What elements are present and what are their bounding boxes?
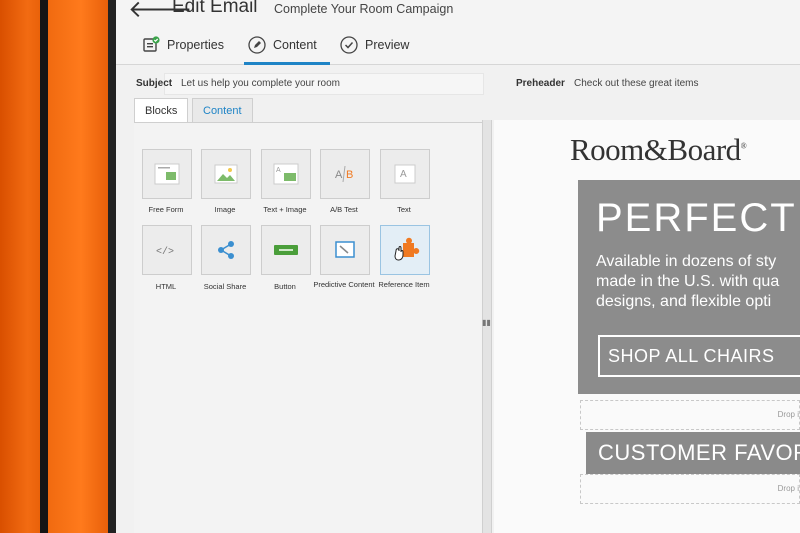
splitter-grip-icon[interactable]: ▮▮ <box>482 318 491 328</box>
tab-preview-label: Preview <box>365 38 410 52</box>
share-icon <box>218 241 234 259</box>
puzzle-icon <box>394 237 420 261</box>
monitor-bezel <box>40 0 48 533</box>
registered-mark: ® <box>740 141 747 151</box>
svg-text:A: A <box>400 169 407 180</box>
free-form-icon <box>154 163 180 185</box>
blocks-palette: Free Form Image A Text + Image AB A/B Te… <box>134 122 484 533</box>
screen-edge <box>108 0 116 533</box>
block-image[interactable] <box>201 149 251 199</box>
orange-wall-reflection <box>48 0 108 533</box>
svg-text:A: A <box>335 169 343 181</box>
block-reference-item-label: Reference Item <box>378 280 430 289</box>
block-reference-item[interactable] <box>380 225 430 275</box>
drop-zone-text: Drop i <box>777 484 799 493</box>
tab-blocks[interactable]: Blocks <box>134 98 189 123</box>
block-ab-test[interactable]: AB <box>320 149 370 199</box>
tab-preview[interactable]: Preview <box>340 34 409 56</box>
block-html[interactable]: </> <box>142 225 192 275</box>
preheader-value[interactable]: Check out these great items <box>574 78 699 89</box>
code-icon: </> <box>156 246 174 257</box>
image-icon <box>214 164 238 184</box>
tab-panel-content[interactable]: Content <box>192 98 253 123</box>
hero-banner[interactable]: PERFECT C Available in dozens of sty mad… <box>578 180 800 394</box>
block-predictive-content[interactable] <box>320 225 370 275</box>
tab-content-label: Content <box>273 38 317 52</box>
drop-zone[interactable]: Drop i <box>580 474 800 504</box>
tab-bar: Properties Content Preview <box>116 26 800 65</box>
campaign-name: Complete Your Room Campaign <box>274 2 454 16</box>
block-text[interactable]: A <box>380 149 430 199</box>
tab-properties[interactable]: Properties <box>142 34 224 56</box>
hero-body-line: designs, and flexible opti <box>596 293 772 310</box>
tab-properties-label: Properties <box>167 38 224 52</box>
svg-text:</>: </> <box>156 246 174 257</box>
active-tab-indicator <box>244 62 330 65</box>
blocks-panel: Blocks Content Free Form Image A Text + … <box>134 98 486 533</box>
hero-body-line: made in the U.S. with qua <box>596 273 780 290</box>
screen: 🡐 Edit Email Complete Your Room Campaign… <box>116 0 800 533</box>
preheader-label: Preheader <box>516 78 565 89</box>
hero-headline: PERFECT C <box>596 196 800 240</box>
check-icon <box>340 36 358 54</box>
pencil-icon <box>248 36 266 54</box>
brand-logo: Room&Board® <box>570 132 747 168</box>
customer-favorites-title: CUSTOMER FAVOR <box>598 440 800 465</box>
page-title: Edit Email <box>172 0 258 17</box>
text-icon: A <box>394 164 416 184</box>
shop-all-chairs-button[interactable]: SHOP ALL CHAIRS <box>598 335 800 377</box>
customer-favorites-banner[interactable]: CUSTOMER FAVOR <box>586 432 800 474</box>
block-free-form[interactable] <box>142 149 192 199</box>
block-text-label: Text <box>397 205 411 214</box>
block-button[interactable] <box>261 225 311 275</box>
subject-row: Subject Let us help you complete your ro… <box>116 68 800 96</box>
block-text-image[interactable]: A <box>261 149 311 199</box>
brand-logo-text: Room&Board <box>570 132 741 167</box>
title-bar: 🡐 Edit Email Complete Your Room Campaign <box>116 0 800 26</box>
block-social-share[interactable] <box>201 225 251 275</box>
ab-test-icon: AB <box>335 165 353 183</box>
subject-label: Subject <box>136 78 173 89</box>
button-icon <box>274 245 298 255</box>
drop-zone[interactable]: Drop i <box>580 400 800 430</box>
email-preview: Room&Board® PERFECT C Available in dozen… <box>494 120 800 533</box>
drop-zone-text: Drop i <box>777 410 799 419</box>
svg-text:A: A <box>276 167 281 174</box>
svg-text:B: B <box>346 169 353 181</box>
hero-body-line: Available in dozens of sty <box>596 253 777 270</box>
subject-value[interactable]: Let us help you complete your room <box>181 78 340 89</box>
text-image-icon: A <box>273 163 299 185</box>
properties-icon <box>142 36 160 54</box>
tab-content[interactable]: Content <box>248 34 317 56</box>
hero-body: Available in dozens of sty made in the U… <box>596 252 779 312</box>
predictive-icon <box>335 241 355 258</box>
